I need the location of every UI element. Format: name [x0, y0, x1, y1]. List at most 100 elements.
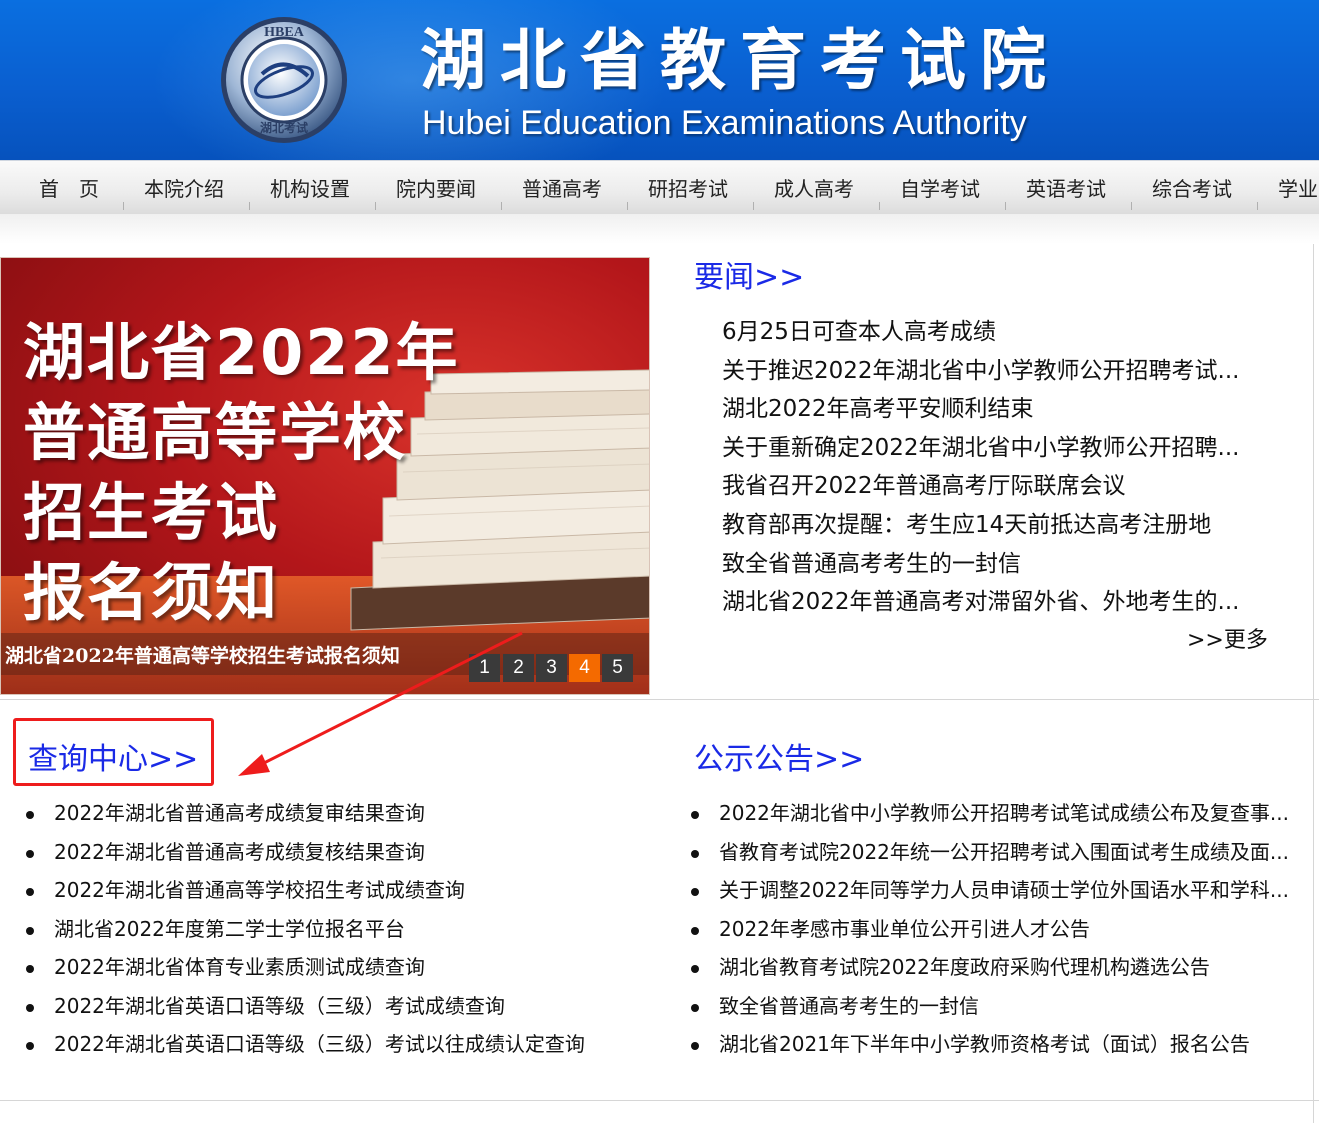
section-divider: [0, 699, 1319, 700]
slide-page-4-active[interactable]: 4: [569, 654, 600, 682]
notice-item[interactable]: 省教育考试院2022年统一公开招聘考试入围面试考生成绩及面...: [691, 833, 1309, 872]
bullet-icon: [26, 965, 34, 973]
nav-item-academic[interactable]: 学业: [1278, 161, 1318, 214]
nav-separator: [627, 202, 628, 210]
bullet-icon: [691, 965, 699, 973]
query-item-label: 2022年湖北省英语口语等级（三级）考试成绩查询: [54, 993, 505, 1018]
slide-caption[interactable]: 湖北省2022年普通高等学校招生考试报名须知: [5, 641, 400, 668]
slide-headline-line: 普通高等学校: [23, 396, 408, 469]
nav-item-home[interactable]: 首 页: [39, 161, 99, 214]
bullet-icon: [26, 926, 34, 935]
slide-headline-line: 报名须知: [23, 556, 280, 629]
nav-separator: [879, 202, 880, 210]
bullet-icon: [26, 811, 34, 819]
query-item[interactable]: 2022年湖北省普通高考成绩复审结果查询: [26, 794, 666, 833]
emblem-text: HBEA: [264, 25, 305, 40]
site-title: 湖北省教育考试院: [420, 21, 1060, 99]
nav-item-comprehensive-exam[interactable]: 综合考试: [1152, 161, 1232, 214]
notice-item[interactable]: 湖北省教育考试院2022年度政府采购代理机构遴选公告: [691, 948, 1309, 987]
slide-headline-line: 招生考试: [23, 476, 280, 549]
query-item[interactable]: 2022年湖北省体育专业素质测试成绩查询: [26, 948, 666, 987]
query-item-label: 湖北省2022年度第二学士学位报名平台: [54, 916, 405, 941]
notice-item-label: 湖北省教育考试院2022年度政府采购代理机构遴选公告: [719, 955, 1210, 979]
query-item-label: 2022年湖北省普通高等学校招生考试成绩查询: [54, 878, 465, 902]
query-item-label: 2022年湖北省英语口语等级（三级）考试以往成绩认定查询: [54, 1032, 585, 1056]
bullet-icon: [691, 1003, 699, 1012]
query-item[interactable]: 2022年湖北省英语口语等级（三级）考试以往成绩认定查询: [26, 1025, 666, 1064]
nav-item-self-study-exam[interactable]: 自学考试: [900, 161, 980, 214]
bullet-icon: [691, 1042, 699, 1050]
nav-item-organization[interactable]: 机构设置: [270, 161, 350, 214]
emblem-ring-text: 湖北考试: [260, 120, 308, 135]
bullet-icon: [26, 1003, 34, 1012]
notice-item-label: 2022年孝感市事业单位公开引进人才公告: [719, 916, 1090, 941]
right-border: [1313, 244, 1314, 1123]
query-item[interactable]: 2022年湖北省普通高等学校招生考试成绩查询: [26, 871, 666, 910]
nav-item-gaokao[interactable]: 普通高考: [522, 161, 602, 214]
news-item[interactable]: 湖北省2022年普通高考对滞留外省、外地考生的...: [722, 583, 1282, 622]
main-nav: 首 页 本院介绍 机构设置 院内要闻 普通高考 研招考试 成人高考 自学考试 英…: [0, 160, 1319, 215]
news-item[interactable]: 6月25日可查本人高考成绩: [722, 313, 1282, 352]
nav-separator: [753, 202, 754, 210]
annotation-highlight-box: [13, 718, 214, 786]
nav-separator: [375, 202, 376, 210]
section-divider: [0, 1100, 1319, 1101]
nav-item-graduate-exam[interactable]: 研招考试: [648, 161, 728, 214]
notice-item-label: 湖北省2021年下半年中小学教师资格考试（面试）报名公告: [719, 1032, 1250, 1056]
slide-page-5[interactable]: 5: [602, 654, 633, 682]
slide-page-2[interactable]: 2: [503, 654, 534, 682]
bullet-icon: [26, 1042, 34, 1050]
bullet-icon: [26, 888, 34, 896]
news-item[interactable]: 教育部再次提醒：考生应14天前抵达高考注册地: [722, 506, 1282, 545]
notice-section-title[interactable]: 公示公告>>: [694, 734, 864, 778]
query-item-label: 2022年湖北省普通高考成绩复审结果查询: [54, 801, 425, 825]
slide-page-3[interactable]: 3: [536, 654, 567, 682]
news-item[interactable]: 湖北2022年高考平安顺利结束: [722, 390, 1282, 429]
nav-separator: [1005, 202, 1006, 210]
bullet-icon: [691, 926, 699, 935]
notice-list: 2022年湖北省中小学教师公开招聘考试笔试成绩公布及复查事... 省教育考试院2…: [691, 794, 1309, 1064]
nav-item-adult-exam[interactable]: 成人高考: [774, 161, 854, 214]
site-subtitle: Hubei Education Examinations Authority: [422, 104, 1027, 142]
nav-separator: [1131, 202, 1132, 210]
site-header: HBEA 湖北考试 湖北省教育考试院 Hubei Education Exami…: [0, 0, 1319, 160]
news-item[interactable]: 致全省普通高考考生的一封信: [722, 545, 1282, 584]
nav-item-about[interactable]: 本院介绍: [144, 161, 224, 214]
nav-separator: [249, 202, 250, 210]
query-item-label: 2022年湖北省体育专业素质测试成绩查询: [54, 955, 425, 979]
slide-headline-line: 湖北省2022年: [23, 316, 460, 389]
notice-item-label: 关于调整2022年同等学力人员申请硕士学位外国语水平和学科...: [719, 878, 1289, 902]
bullet-icon: [691, 811, 699, 819]
bullet-icon: [691, 849, 699, 858]
nav-item-news[interactable]: 院内要闻: [396, 161, 476, 214]
news-more-link[interactable]: >>更多: [1187, 622, 1268, 654]
news-item[interactable]: 关于重新确定2022年湖北省中小学教师公开招聘...: [722, 429, 1282, 468]
notice-item[interactable]: 2022年湖北省中小学教师公开招聘考试笔试成绩公布及复查事...: [691, 794, 1309, 833]
news-slideshow[interactable]: 湖北省2022年 普通高等学校 招生考试 报名须知 湖北省2022年普通高等学校…: [0, 257, 650, 695]
nav-separator: [123, 202, 124, 210]
slide-page-1[interactable]: 1: [469, 654, 500, 682]
notice-item[interactable]: 湖北省2021年下半年中小学教师资格考试（面试）报名公告: [691, 1025, 1309, 1064]
bullet-icon: [26, 849, 34, 858]
nav-shadow: [0, 214, 1319, 244]
nav-item-english-exam[interactable]: 英语考试: [1026, 161, 1106, 214]
site-emblem-icon[interactable]: HBEA 湖北考试: [218, 14, 350, 146]
notice-item[interactable]: 关于调整2022年同等学力人员申请硕士学位外国语水平和学科...: [691, 871, 1309, 910]
nav-separator: [1257, 202, 1258, 210]
notice-item-label: 省教育考试院2022年统一公开招聘考试入围面试考生成绩及面...: [719, 839, 1289, 864]
news-item[interactable]: 关于推迟2022年湖北省中小学教师公开招聘考试...: [722, 352, 1282, 391]
query-item[interactable]: 2022年湖北省英语口语等级（三级）考试成绩查询: [26, 987, 666, 1026]
bullet-icon: [691, 888, 699, 896]
query-item[interactable]: 湖北省2022年度第二学士学位报名平台: [26, 910, 666, 949]
query-center-list: 2022年湖北省普通高考成绩复审结果查询 2022年湖北省普通高考成绩复核结果查…: [26, 794, 666, 1064]
notice-item[interactable]: 致全省普通高考考生的一封信: [691, 987, 1309, 1026]
notice-item[interactable]: 2022年孝感市事业单位公开引进人才公告: [691, 910, 1309, 949]
notice-item-label: 2022年湖北省中小学教师公开招聘考试笔试成绩公布及复查事...: [719, 801, 1289, 825]
query-item[interactable]: 2022年湖北省普通高考成绩复核结果查询: [26, 833, 666, 872]
news-item[interactable]: 我省召开2022年普通高考厅际联席会议: [722, 467, 1282, 506]
nav-separator: [501, 202, 502, 210]
query-item-label: 2022年湖北省普通高考成绩复核结果查询: [54, 839, 425, 864]
news-section-title[interactable]: 要闻>>: [694, 252, 804, 296]
news-list: 6月25日可查本人高考成绩 关于推迟2022年湖北省中小学教师公开招聘考试...…: [722, 313, 1282, 622]
notice-item-label: 致全省普通高考考生的一封信: [719, 993, 979, 1018]
